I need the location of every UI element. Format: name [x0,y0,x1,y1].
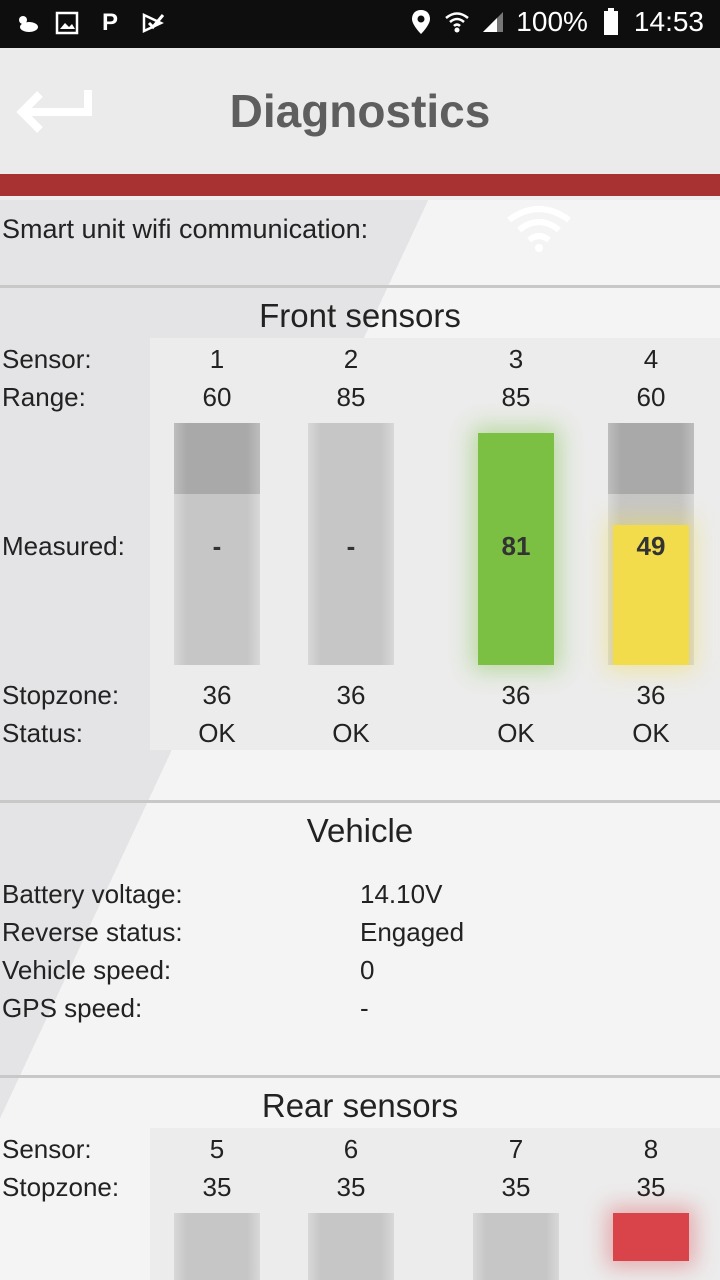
rear-sensor-fill [613,1213,689,1261]
battery-voltage-label: Battery voltage: [2,879,183,909]
front-sensor-range: 85 [501,382,531,412]
clock: 14:53 [633,6,704,37]
rear-sensor-id: 6 [343,1134,359,1164]
front-sensor-status: OK [632,718,670,748]
vehicle-title: Vehicle [306,812,414,849]
accent-bar [0,174,720,196]
rear-sensor-id: 7 [508,1134,524,1164]
status-bar: P 100% 14:53 [0,0,720,48]
front-sensor-stopzone: 36 [336,680,366,710]
front-stopzone-label: Stopzone: [2,680,120,710]
rear-sensor-label: Sensor: [2,1134,92,1164]
front-sensor-range: 85 [336,382,366,412]
divider [0,800,720,803]
rear-sensor-stopzone: 35 [336,1172,366,1202]
weather-icon [14,10,40,36]
front-sensor-stopzone: 36 [636,680,666,710]
rear-sensor-id: 8 [643,1134,659,1164]
front-measured-label: Measured: [2,531,125,561]
rear-sensor-stopzone: 35 [636,1172,666,1202]
front-sensor-range: 60 [636,382,666,412]
front-sensor-measured: - [346,531,356,561]
reverse-status-label: Reverse status: [2,917,183,947]
rear-sensor-stopzone: 35 [501,1172,531,1202]
front-sensors-title: Front sensors [259,297,461,334]
front-sensor-bar: 81 [473,423,559,665]
front-status-label: Status: [2,718,83,748]
rear-sensor-bar [308,1213,394,1280]
gps-speed-value: - [360,993,369,1023]
front-sensor-id: 1 [209,344,225,374]
vehicle-speed-label: Vehicle speed: [2,955,172,985]
rear-sensor-bar [608,1213,694,1280]
battery-percent: 100% [516,6,588,37]
front-sensor-status: OK [332,718,370,748]
pw-icon: P [101,9,118,36]
front-sensor-id: 4 [643,344,659,374]
front-sensor-label: Sensor: [2,344,92,374]
battery-icon [598,8,624,35]
front-sensor-status: OK [497,718,535,748]
front-sensor-status: OK [198,718,236,748]
front-range-label: Range: [2,382,86,412]
front-sensor-stopzone: 36 [501,680,531,710]
app-bar: Diagnostics [0,48,720,174]
rear-sensors-title: Rear sensors [261,1087,459,1124]
divider [0,285,720,288]
rear-stopzone-label: Stopzone: [2,1172,120,1202]
front-sensor-bar: 49 [608,423,694,665]
battery-voltage-value: 14.10V [360,879,443,909]
front-sensor-range: 60 [202,382,232,412]
front-sensor-measured: - [212,531,222,561]
front-sensor-measured: 81 [501,531,531,561]
front-sensor-measured: 49 [636,531,666,561]
location-icon [408,9,434,35]
rear-sensor-bar [174,1213,260,1280]
gps-speed-label: GPS speed: [2,993,143,1023]
front-sensor-id: 2 [343,344,359,374]
front-sensor-id: 3 [508,344,524,374]
rear-sensor-id: 5 [209,1134,225,1164]
wifi-row: Smart unit wifi communication: [0,196,720,286]
reverse-status-value: Engaged [360,917,465,947]
rear-sensor-bar [473,1213,559,1280]
check-icon [140,10,166,36]
wifi-label: Smart unit wifi communication: [2,214,369,244]
rear-sensor-stopzone: 35 [202,1172,232,1202]
front-sensor-bar: - [174,423,260,665]
image-icon [54,10,80,36]
wifi-icon [505,204,573,254]
cell-signal-icon [480,9,506,35]
divider [0,1075,720,1078]
front-sensor-bar: - [308,423,394,665]
front-sensor-stopzone: 36 [202,680,232,710]
vehicle-speed-value: 0 [360,955,375,985]
page-title: Diagnostics [229,85,491,137]
wifi-signal-icon [444,9,470,35]
